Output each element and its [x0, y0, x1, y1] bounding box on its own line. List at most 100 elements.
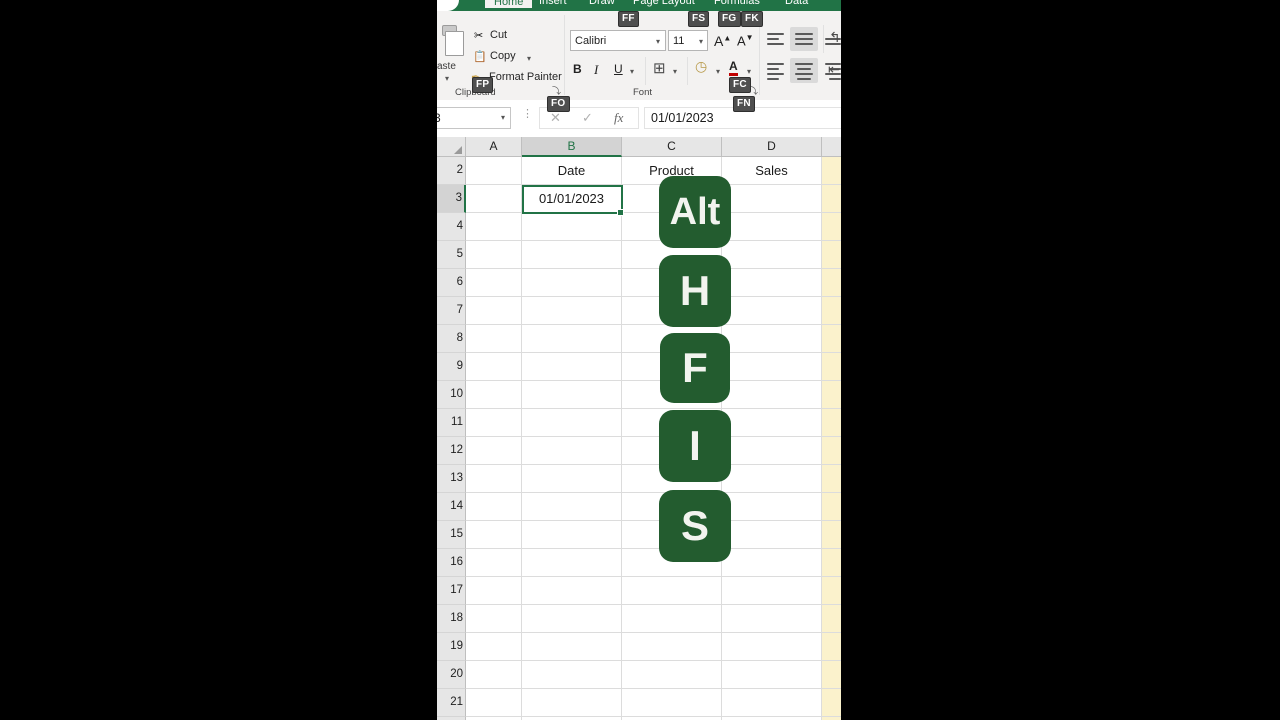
cell-d19[interactable] — [722, 633, 822, 661]
cell-a19[interactable] — [466, 633, 522, 661]
cell-e18[interactable] — [822, 605, 841, 633]
row-header-15[interactable]: 15 — [437, 521, 466, 549]
row-header-20[interactable]: 20 — [437, 661, 466, 689]
cell-b12[interactable] — [522, 437, 622, 465]
row-header-7[interactable]: 7 — [437, 297, 466, 325]
cell-d3[interactable] — [722, 185, 822, 213]
cell-e3[interactable] — [822, 185, 841, 213]
cell-d5[interactable] — [722, 241, 822, 269]
cell-e2[interactable] — [822, 157, 841, 185]
cell-b13[interactable] — [522, 465, 622, 493]
tab-draw[interactable]: Draw — [589, 0, 615, 7]
font-name-input[interactable]: Calibri ▾ — [570, 30, 666, 51]
cell-a7[interactable] — [466, 297, 522, 325]
row-header-2[interactable]: 2 — [437, 157, 466, 185]
cell-d10[interactable] — [722, 381, 822, 409]
cell-c18[interactable] — [622, 605, 722, 633]
orientation-icon[interactable]: ↰ — [829, 29, 841, 46]
cell-e19[interactable] — [822, 633, 841, 661]
cell-d12[interactable] — [722, 437, 822, 465]
row-header-17[interactable]: 17 — [437, 577, 466, 605]
grow-font-button[interactable]: A▲ — [714, 33, 731, 49]
decrease-indent-icon[interactable]: ⇤ — [828, 61, 840, 78]
cell-d7[interactable] — [722, 297, 822, 325]
cell-b5[interactable] — [522, 241, 622, 269]
formula-bar-grip[interactable]: ⋮ — [522, 109, 533, 120]
select-all-corner[interactable] — [437, 137, 466, 157]
borders-caret[interactable]: ▾ — [673, 67, 677, 76]
cell-b14[interactable] — [522, 493, 622, 521]
column-header-e[interactable]: E — [822, 137, 841, 157]
fill-color-caret[interactable]: ▾ — [716, 67, 720, 76]
cell-e10[interactable] — [822, 381, 841, 409]
tab-insert[interactable]: Insert — [539, 0, 567, 7]
cell-c20[interactable] — [622, 661, 722, 689]
cell-e17[interactable] — [822, 577, 841, 605]
cancel-icon[interactable]: ✕ — [550, 110, 561, 126]
cell-a8[interactable] — [466, 325, 522, 353]
cell-c17[interactable] — [622, 577, 722, 605]
cell-a15[interactable] — [466, 521, 522, 549]
cell-e8[interactable] — [822, 325, 841, 353]
cell-e21[interactable] — [822, 689, 841, 717]
cell-d11[interactable] — [722, 409, 822, 437]
tab-data[interactable]: Data — [785, 0, 808, 7]
row-header-19[interactable]: 19 — [437, 633, 466, 661]
column-header-a[interactable]: A — [466, 137, 522, 157]
font-name-caret[interactable]: ▾ — [656, 37, 660, 46]
cell-a20[interactable] — [466, 661, 522, 689]
copy-button[interactable]: Copy — [490, 50, 516, 62]
cell-a12[interactable] — [466, 437, 522, 465]
column-header-c[interactable]: C — [622, 137, 722, 157]
row-header-11[interactable]: 11 — [437, 409, 466, 437]
cell-b9[interactable] — [522, 353, 622, 381]
cell-a3[interactable] — [466, 185, 522, 213]
cell-d16[interactable] — [722, 549, 822, 577]
cell-b19[interactable] — [522, 633, 622, 661]
row-header-6[interactable]: 6 — [437, 269, 466, 297]
cell-a2[interactable] — [466, 157, 522, 185]
underline-caret[interactable]: ▾ — [630, 67, 634, 76]
fill-handle[interactable] — [617, 209, 624, 216]
tab-page-layout[interactable]: Page Layout — [633, 0, 695, 7]
cell-e15[interactable] — [822, 521, 841, 549]
row-header-12[interactable]: 12 — [437, 437, 466, 465]
cell-b2[interactable]: Date — [522, 157, 622, 185]
cell-b4[interactable] — [522, 213, 622, 241]
cell-a9[interactable] — [466, 353, 522, 381]
cell-b21[interactable] — [522, 689, 622, 717]
bold-button[interactable]: B — [573, 62, 582, 76]
cell-a16[interactable] — [466, 549, 522, 577]
paste-dropdown-caret[interactable]: ▾ — [445, 74, 449, 83]
cell-e4[interactable] — [822, 213, 841, 241]
row-header-5[interactable]: 5 — [437, 241, 466, 269]
cell-b15[interactable] — [522, 521, 622, 549]
cell-d15[interactable] — [722, 521, 822, 549]
row-header-8[interactable]: 8 — [437, 325, 466, 353]
cell-d20[interactable] — [722, 661, 822, 689]
copy-dropdown-caret[interactable]: ▾ — [527, 54, 531, 63]
cell-b11[interactable] — [522, 409, 622, 437]
row-header-3[interactable]: 3 — [437, 185, 466, 213]
cell-c19[interactable] — [622, 633, 722, 661]
cell-b10[interactable] — [522, 381, 622, 409]
borders-icon[interactable]: ⊞ — [653, 59, 666, 77]
format-painter-button[interactable]: Format Painter — [489, 71, 562, 83]
cell-e20[interactable] — [822, 661, 841, 689]
cell-e9[interactable] — [822, 353, 841, 381]
tab-formulas[interactable]: Formulas — [714, 0, 760, 7]
cell-b8[interactable] — [522, 325, 622, 353]
row-header-16[interactable]: 16 — [437, 549, 466, 577]
cell-d17[interactable] — [722, 577, 822, 605]
cut-button[interactable]: Cut — [490, 29, 507, 41]
cell-d2[interactable]: Sales — [722, 157, 822, 185]
cell-b18[interactable] — [522, 605, 622, 633]
column-header-d[interactable]: D — [722, 137, 822, 157]
column-header-b[interactable]: B — [522, 137, 622, 157]
cell-d4[interactable] — [722, 213, 822, 241]
cell-b17[interactable] — [522, 577, 622, 605]
cell-a5[interactable] — [466, 241, 522, 269]
cell-a10[interactable] — [466, 381, 522, 409]
cell-e5[interactable] — [822, 241, 841, 269]
cell-b6[interactable] — [522, 269, 622, 297]
